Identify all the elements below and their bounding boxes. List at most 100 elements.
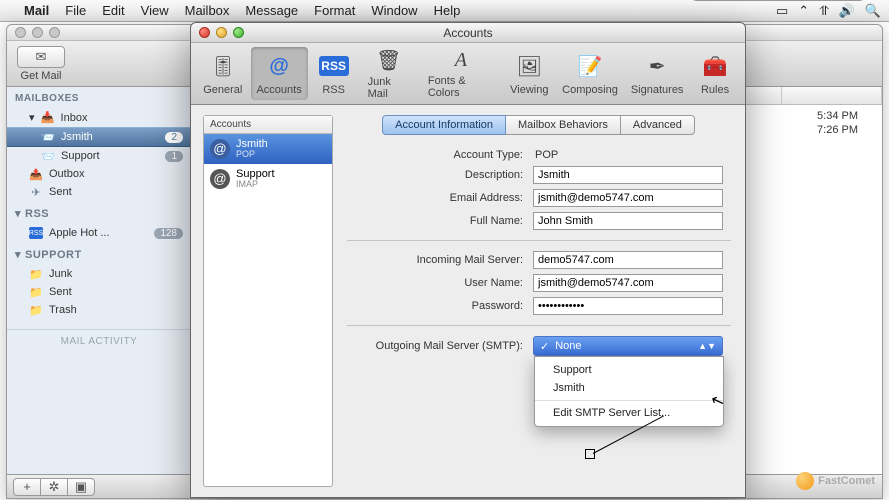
battery-icon[interactable]: ▭ (776, 3, 788, 19)
disclosure-triangle-icon[interactable]: ▾ (15, 248, 21, 261)
fullname-input[interactable] (533, 212, 723, 230)
prefs-tab-composing[interactable]: 📝Composing (557, 47, 624, 100)
prefs-toolbar: 🎚General @Accounts RSSRSS 🗑Junk Mail AFo… (191, 43, 745, 105)
bluetooth-icon[interactable]: ⌃ (798, 3, 809, 19)
sidebar-item-label: Sent (49, 186, 72, 198)
sidebar-sent[interactable]: ✈ Sent (7, 183, 191, 201)
rss-icon: RSS (29, 227, 43, 239)
sidebar-inbox-support[interactable]: 📨 Support 1 (7, 147, 191, 165)
label-password: Password: (347, 300, 533, 312)
menu-bar: Mail File Edit View Mailbox Message Form… (0, 0, 889, 22)
zoom-button[interactable] (49, 27, 60, 38)
window-title: Accounts (191, 26, 745, 40)
action-menu-button[interactable]: ✲ (40, 478, 68, 496)
label-email: Email Address: (347, 192, 533, 204)
smtp-server-popup[interactable]: ✓ None ▲▼ Support Jsmith Edit SMTP Serve… (533, 336, 723, 356)
smtp-edit-list[interactable]: Edit SMTP Server List... (535, 404, 723, 422)
folder-icon: 📁 (29, 286, 43, 298)
incoming-server-input[interactable] (533, 251, 723, 269)
prefs-tab-accounts[interactable]: @Accounts (251, 47, 308, 100)
accounts-preferences-window: Accounts 🎚General @Accounts RSSRSS 🗑Junk… (190, 22, 746, 498)
show-activity-button[interactable]: ▣ (67, 478, 95, 496)
account-row-support[interactable]: @ SupportIMAP (204, 164, 332, 194)
prefs-tab-rss[interactable]: RSSRSS (310, 47, 358, 100)
sidebar-trash[interactable]: 📁Trash (7, 301, 191, 319)
sidebar-outbox[interactable]: 📤 Outbox (7, 165, 191, 183)
check-icon: ✓ (540, 340, 549, 353)
outbox-icon: 📤 (29, 168, 43, 180)
disclosure-triangle-icon[interactable]: ▾ (29, 111, 35, 124)
email-input[interactable] (533, 189, 723, 207)
switch-icon: 🎚 (208, 51, 238, 81)
unread-badge: 1 (165, 151, 183, 162)
tab-mailbox-behaviors[interactable]: Mailbox Behaviors (505, 115, 621, 135)
mail-activity-header: MAIL ACTIVITY (7, 329, 191, 353)
app-menu[interactable]: Mail (24, 3, 49, 18)
prefs-tab-fonts[interactable]: AFonts & Colors (420, 47, 502, 100)
password-input[interactable] (533, 297, 723, 315)
account-subtabs: Account Information Mailbox Behaviors Ad… (347, 115, 731, 135)
get-mail-button[interactable]: ✉ Get Mail (17, 46, 65, 82)
sidebar-item-label: Support (61, 150, 100, 162)
sidebar-item-label: Outbox (49, 168, 84, 180)
separator (347, 240, 731, 241)
menu-window[interactable]: Window (371, 3, 417, 18)
label-incoming: Incoming Mail Server: (347, 254, 533, 266)
prefs-tab-viewing[interactable]: 🖼Viewing (504, 47, 555, 100)
volume-icon[interactable]: 🔊 (839, 3, 855, 19)
label-username: User Name: (347, 277, 533, 289)
sidebar-support-sent[interactable]: 📁 Sent (7, 283, 191, 301)
search-input[interactable]: 🔍 Search (688, 0, 868, 1)
account-row-jsmith[interactable]: @ JsmithPOP (204, 134, 332, 164)
username-input[interactable] (533, 274, 723, 292)
description-input[interactable] (533, 166, 723, 184)
sidebar-inbox[interactable]: ▾ 📥 Inbox (7, 108, 191, 127)
menu-view[interactable]: View (141, 3, 169, 18)
menu-help[interactable]: Help (434, 3, 461, 18)
mailbox-icon: 📨 (41, 131, 55, 143)
sidebar-rss-applehot[interactable]: RSS Apple Hot ... 128 (7, 224, 191, 242)
prefs-tab-junk[interactable]: 🗑Junk Mail (360, 47, 418, 100)
menu-mailbox[interactable]: Mailbox (185, 3, 230, 18)
sidebar-junk[interactable]: 📁 Junk (7, 265, 191, 283)
fonts-icon: A (446, 49, 476, 72)
smtp-option-jsmith[interactable]: Jsmith (535, 379, 723, 397)
menu-format[interactable]: Format (314, 3, 355, 18)
compose-icon: 📝 (575, 51, 605, 81)
viewing-icon: 🖼 (514, 51, 544, 81)
menu-edit[interactable]: Edit (102, 3, 124, 18)
add-mailbox-button[interactable]: + (13, 478, 41, 496)
tab-advanced[interactable]: Advanced (620, 115, 695, 135)
signature-icon: ✒ (642, 51, 672, 81)
menu-message[interactable]: Message (245, 3, 298, 18)
trash-icon: 🗑 (374, 48, 404, 73)
at-icon: @ (210, 169, 230, 189)
support-header: ▾SUPPORT (7, 242, 191, 265)
prefs-tab-general[interactable]: 🎚General (197, 47, 249, 100)
smtp-popup-menu: Support Jsmith Edit SMTP Server List... (534, 356, 724, 427)
account-form: Account Information Mailbox Behaviors Ad… (333, 105, 745, 497)
sent-icon: ✈ (29, 186, 43, 198)
sidebar-item-label: Sent (49, 286, 72, 298)
value-account-type: POP (533, 149, 558, 161)
minimize-button[interactable] (32, 27, 43, 38)
wifi-icon[interactable]: ⥣ (819, 3, 828, 19)
sidebar-item-label: Inbox (61, 112, 88, 124)
close-button[interactable] (15, 27, 26, 38)
menu-file[interactable]: File (65, 3, 86, 18)
at-icon: @ (264, 51, 294, 81)
rss-header: ▾RSS (7, 201, 191, 224)
tab-account-information[interactable]: Account Information (382, 115, 506, 135)
disclosure-triangle-icon[interactable]: ▾ (15, 207, 21, 220)
spotlight-icon[interactable]: 🔍 (865, 3, 881, 19)
prefs-tab-rules[interactable]: 🧰Rules (691, 47, 739, 100)
popup-arrows-icon: ▲▼ (698, 341, 716, 351)
smtp-option-support[interactable]: Support (535, 361, 723, 379)
prefs-titlebar[interactable]: Accounts (191, 23, 745, 43)
inbox-icon: 📥 (41, 112, 55, 124)
sidebar-inbox-jsmith[interactable]: 📨 Jsmith 2 (7, 127, 191, 147)
prefs-tab-signatures[interactable]: ✒Signatures (625, 47, 689, 100)
folder-icon: 📁 (29, 268, 43, 280)
sidebar-item-label: Junk (49, 268, 72, 280)
col-date[interactable] (782, 87, 882, 104)
